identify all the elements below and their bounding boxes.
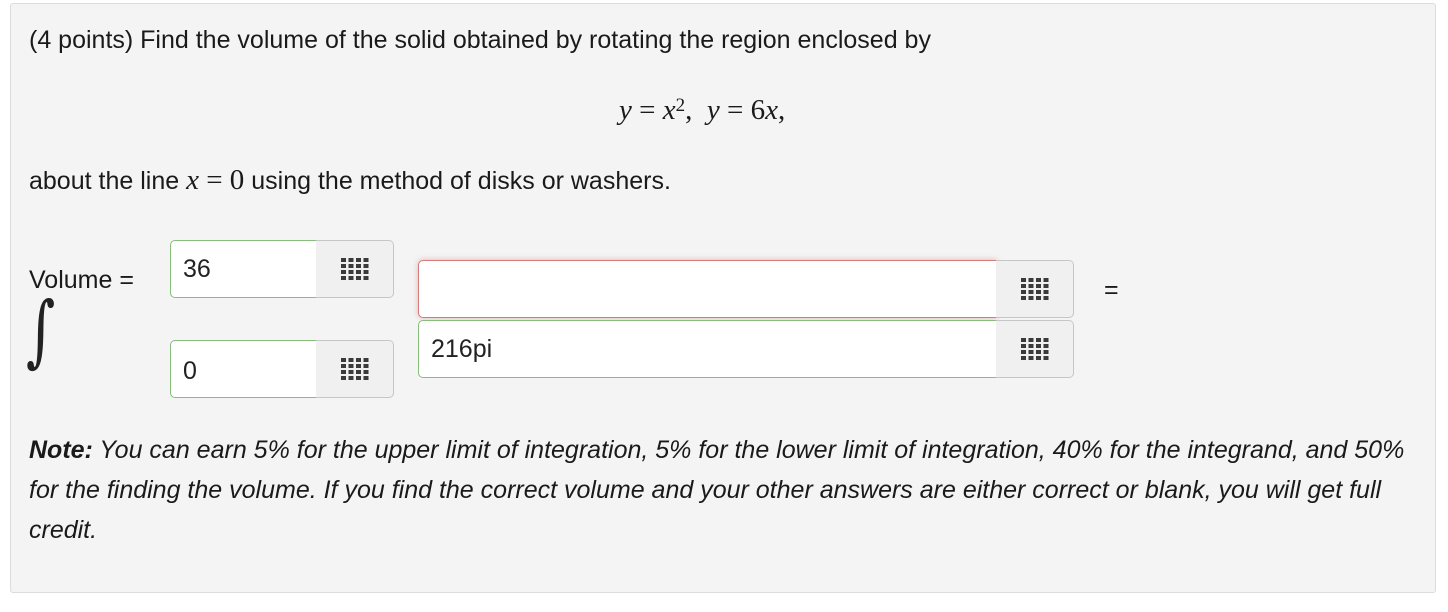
- eq-separator: ,: [685, 94, 707, 126]
- note-text: Note: You can earn 5% for the upper limi…: [29, 430, 1429, 550]
- eq-equals-2: = 6: [719, 94, 766, 126]
- eq-y2: y: [706, 94, 720, 126]
- note-body: You can earn 5% for the upper limit of i…: [29, 436, 1405, 544]
- about-line-text: about the line x = 0 using the method of…: [29, 165, 671, 196]
- grid-icon: [340, 258, 368, 280]
- grid-icon: [1020, 278, 1048, 300]
- equals-sign: =: [1104, 276, 1119, 304]
- about-eq: = 0: [198, 164, 245, 196]
- eq-equals-1: =: [631, 94, 663, 126]
- grid-icon: [340, 358, 368, 380]
- integral-sign: ∫: [26, 286, 56, 376]
- eq-exponent: 2: [675, 95, 686, 116]
- lower-limit-input[interactable]: 0: [170, 340, 317, 398]
- upper-limit-input[interactable]: 36: [170, 240, 317, 298]
- equation: y = x2, y = 6x,: [619, 95, 785, 125]
- eq-y1: y: [619, 94, 632, 126]
- about-before: about the line: [29, 167, 187, 195]
- volume-input[interactable]: 216pi: [418, 320, 997, 378]
- integrand-input[interactable]: [418, 260, 997, 318]
- eq-end: ,: [777, 94, 786, 126]
- volume-equation-editor-button[interactable]: [996, 320, 1074, 378]
- problem-intro: (4 points) Find the volume of the solid …: [29, 26, 931, 54]
- lower-limit-equation-editor-button[interactable]: [316, 340, 394, 398]
- note-label: Note:: [29, 436, 93, 464]
- grid-icon: [1020, 338, 1048, 360]
- upper-limit-equation-editor-button[interactable]: [316, 240, 394, 298]
- about-after: using the method of disks or washers.: [244, 167, 671, 195]
- about-var: x: [186, 164, 199, 196]
- integrand-equation-editor-button[interactable]: [996, 260, 1074, 318]
- eq-x: x: [662, 94, 676, 126]
- eq-x2: x: [765, 94, 778, 126]
